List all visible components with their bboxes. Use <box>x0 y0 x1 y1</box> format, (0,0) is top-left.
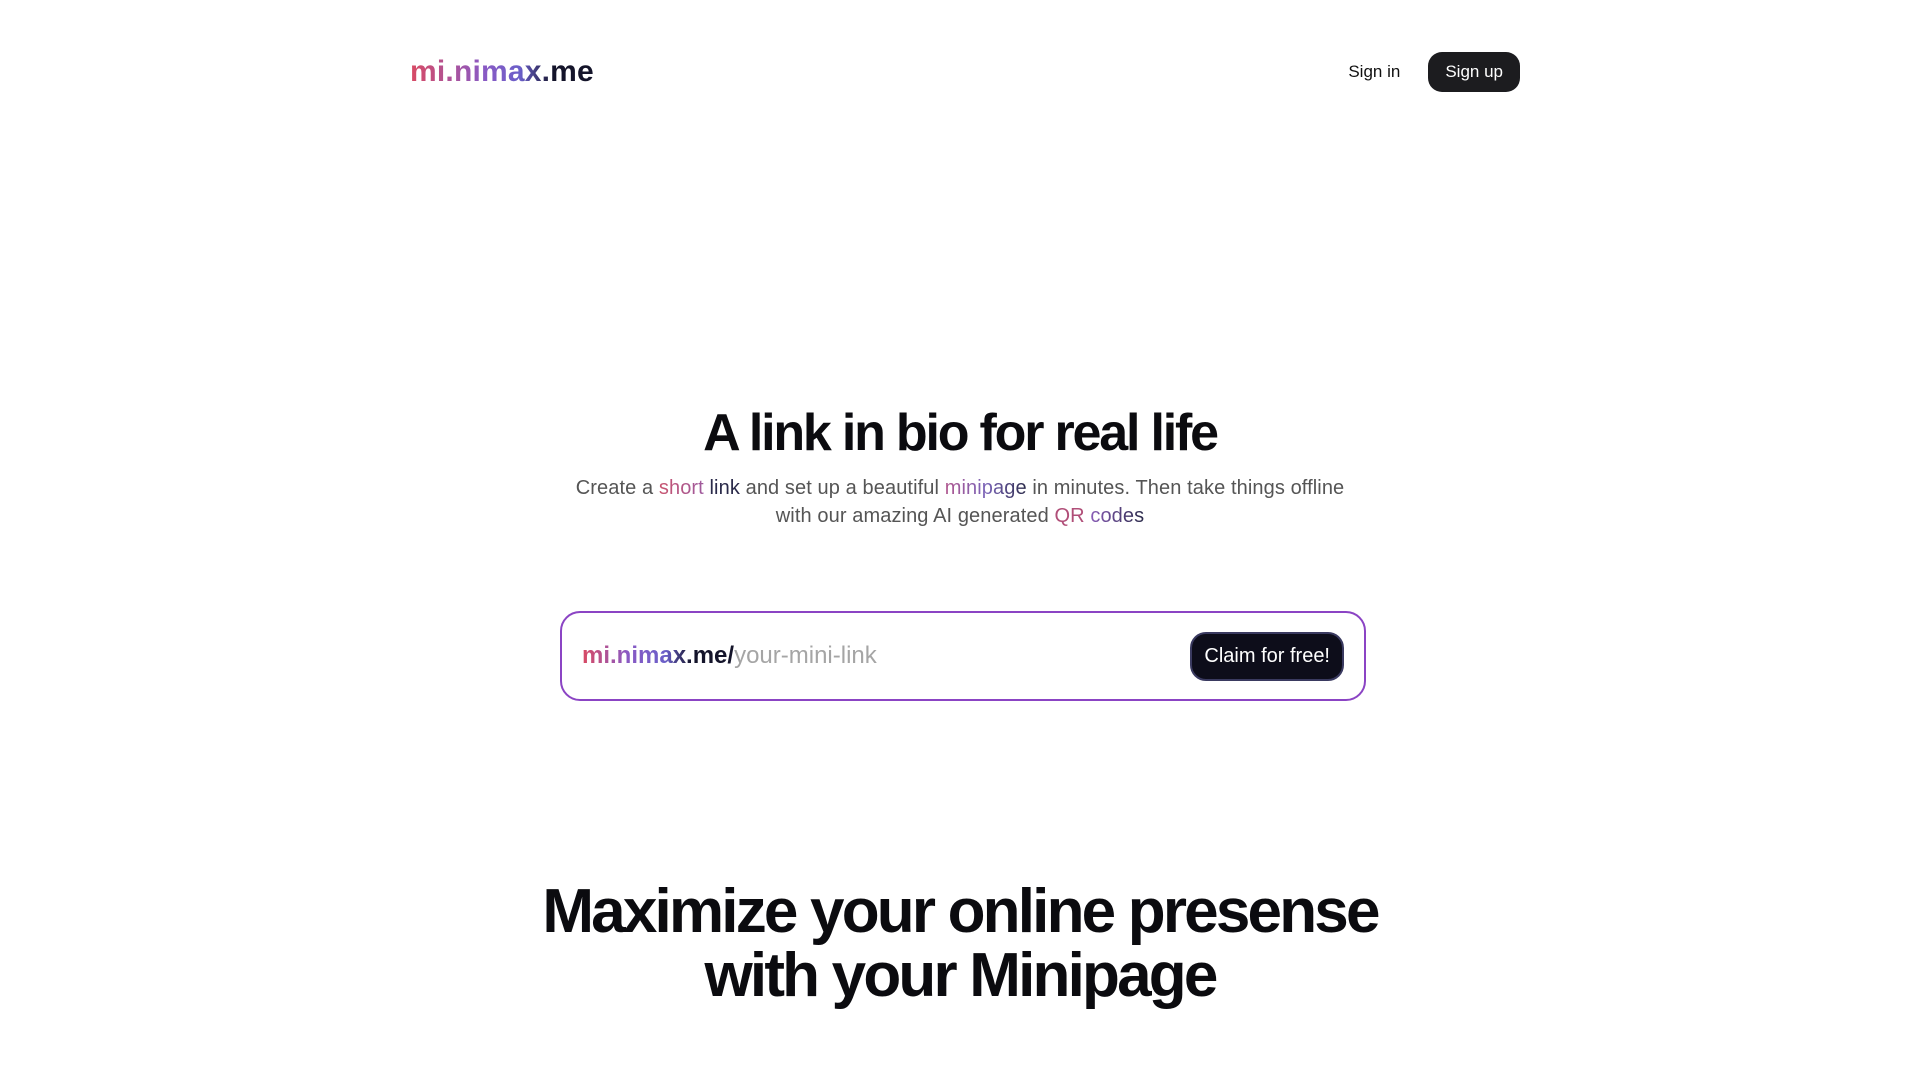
sign-in-link[interactable]: Sign in <box>1348 54 1400 90</box>
subtitle-highlight-minipage: minipage <box>944 477 1027 499</box>
mini-link-input[interactable] <box>734 636 1191 676</box>
subtitle-highlight-link: link <box>709 477 740 499</box>
section-heading: Maximize your online presense with your … <box>0 880 1920 1008</box>
section-heading-line-2: with your Minipage <box>704 941 1218 1010</box>
auth-nav: Sign in Sign up <box>1348 52 1520 92</box>
top-nav: mi.nimax.me Sign in Sign up <box>410 52 1520 92</box>
claim-button[interactable]: Claim for free! <box>1190 631 1344 681</box>
hero-title: A link in bio for real life <box>703 404 1219 462</box>
subtitle-highlight-short: short <box>658 477 704 499</box>
claim-link-form: mi.nimax.me/ Claim for free! <box>560 611 1366 701</box>
subtitle-highlight-codes: codes <box>1090 505 1145 527</box>
logo[interactable]: mi.nimax.me <box>410 55 594 89</box>
hero-subtitle: Create a short link and set up a beautif… <box>560 474 1360 530</box>
section-heading-line-1: Maximize your online presense <box>542 877 1380 946</box>
subtitle-text: Create a <box>575 477 659 499</box>
domain-prefix: mi.nimax.me/ <box>582 642 735 669</box>
subtitle-text: and set up a beautiful <box>739 477 945 499</box>
subtitle-highlight-qr: QR <box>1054 505 1085 527</box>
landing-page: mi.nimax.me Sign in Sign up A link in bi… <box>0 0 1920 1080</box>
sign-up-button[interactable]: Sign up <box>1428 52 1520 92</box>
